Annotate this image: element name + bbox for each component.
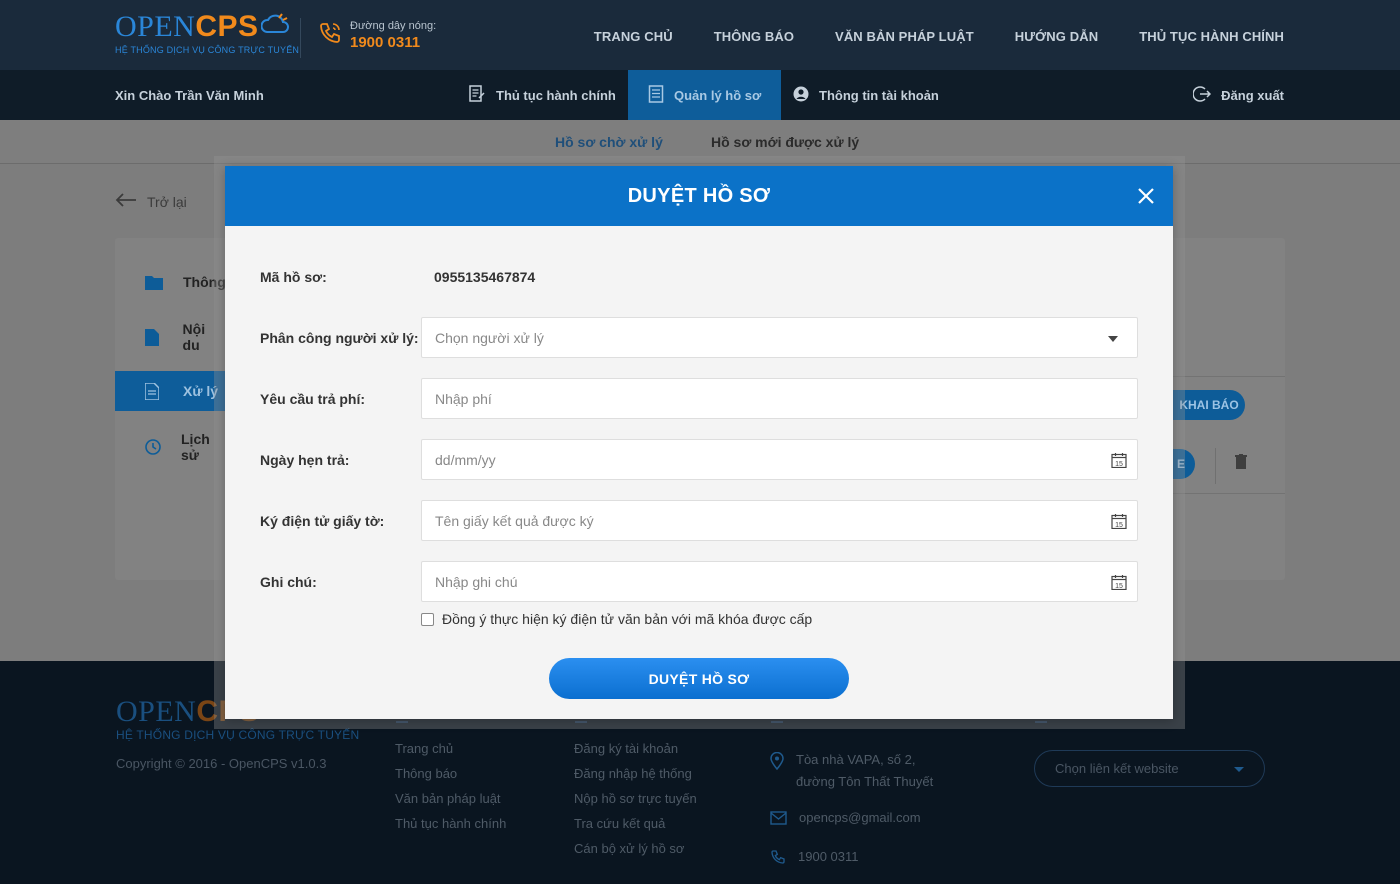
address-line2: đường Tôn Thất Thuyết: [796, 774, 934, 789]
arrow-left-icon: [115, 192, 137, 211]
logout-label: Đăng xuất: [1221, 87, 1284, 103]
tab-account-info-label: Thông tin tài khoản: [819, 87, 939, 103]
footer-link[interactable]: Đăng nhập hệ thống: [574, 766, 697, 781]
user-bar: Xin Chào Trần Văn Minh Thủ tục hành chín…: [0, 70, 1400, 120]
footer-link[interactable]: Văn bản pháp luật: [395, 791, 506, 806]
logout-icon: [1192, 85, 1212, 106]
chevron-down-icon: [1234, 767, 1244, 772]
panel-divider: [1173, 376, 1285, 377]
record-id-label: Mã hồ sơ:: [260, 269, 327, 285]
document-list-icon: [468, 84, 486, 106]
logo-cps-text: CPS: [195, 10, 259, 43]
footer-logo-open-text: OPEN: [116, 695, 197, 728]
mail-icon: [770, 810, 787, 832]
file-edit-icon: [145, 382, 163, 400]
dialog-header: DUYỆT HỒ SƠ: [225, 166, 1173, 226]
tab-account-info[interactable]: Thông tin tài khoản: [793, 70, 939, 120]
main-nav: TRANG CHỦ THÔNG BÁO VĂN BẢN PHÁP LUẬT HƯ…: [594, 29, 1284, 44]
note-label: Ghi chú:: [260, 574, 317, 590]
footer-link[interactable]: Thông báo: [395, 766, 506, 781]
action-divider: [1215, 448, 1216, 484]
header-divider: [300, 18, 301, 58]
subtab-pending[interactable]: Hồ sơ chờ xử lý: [555, 134, 663, 150]
hotline-number: 1900 0311: [350, 34, 421, 51]
folder-icon: [145, 273, 163, 291]
logo-open-text: OPEN: [115, 10, 196, 43]
footer-phone: 1900 0311: [798, 849, 859, 864]
trash-icon[interactable]: [1235, 454, 1247, 474]
tab-manage-records-label: Quản lý hồ sơ: [674, 87, 762, 103]
phone-icon: [318, 21, 342, 50]
footer-link[interactable]: Cán bộ xử lý hồ sơ: [574, 841, 697, 856]
tab-manage-records[interactable]: Quản lý hồ sơ: [628, 70, 782, 120]
agree-checkbox[interactable]: [421, 612, 434, 626]
sidebar-item-history[interactable]: Lịch sử: [115, 427, 225, 467]
phone-row: 1900 0311: [770, 846, 933, 872]
copyright: Copyright © 2016 - OpenCPS v1.0.3: [116, 756, 327, 771]
fee-label: Yêu cầu trả phí:: [260, 391, 366, 407]
assign-label: Phân công người xử lý:: [260, 330, 419, 346]
email-row: opencps@gmail.com: [770, 807, 933, 832]
fee-input[interactable]: [421, 378, 1138, 419]
footer-links-col2: Đăng ký tài khoản Đăng nhập hệ thống Nộp…: [574, 741, 697, 866]
footer-contact: Tòa nhà VAPA, số 2, đường Tôn Thất Thuyế…: [770, 749, 933, 884]
website-link-select[interactable]: Chọn liên kết website: [1034, 750, 1265, 787]
tab-procedures-label: Thủ tục hành chính: [496, 87, 616, 103]
nav-guide[interactable]: HƯỚNG DẪN: [1015, 29, 1098, 44]
note-input[interactable]: [421, 561, 1138, 602]
back-link[interactable]: Trở lại: [115, 192, 187, 211]
sidebar-item-info[interactable]: Thông: [115, 262, 226, 302]
approve-record-button[interactable]: DUYỆT HỒ SƠ: [549, 658, 849, 699]
top-header: OPENCPS HỆ THỐNG DỊCH VỤ CÔNG TRỰC TUYẾN…: [0, 0, 1400, 70]
chevron-down-icon[interactable]: [1108, 336, 1118, 342]
map-pin-icon: [770, 751, 784, 777]
footer-email[interactable]: opencps@gmail.com: [799, 807, 921, 829]
sidebar-item-content[interactable]: Nội du: [115, 317, 225, 357]
close-icon[interactable]: [1136, 186, 1156, 206]
footer-links-col1: Trang chủ Thông báo Văn bản pháp luật Th…: [395, 741, 506, 841]
footer-link[interactable]: Nộp hồ sơ trực tuyến: [574, 791, 697, 806]
document-icon: [648, 84, 664, 106]
site-logo[interactable]: OPENCPS HỆ THỐNG DỊCH VỤ CÔNG TRỰC TUYẾN: [115, 10, 300, 56]
user-circle-icon: [793, 86, 809, 105]
footer-link[interactable]: Tra cứu kết quả: [574, 816, 697, 831]
nav-admin-procedures[interactable]: THỦ TỤC HÀNH CHÍNH: [1139, 29, 1284, 44]
clock-icon: [145, 438, 161, 456]
footer-link[interactable]: Đăng ký tài khoản: [574, 741, 697, 756]
hotline-label: Đường dây nóng:: [350, 20, 437, 32]
website-link-select-label: Chọn liên kết website: [1055, 761, 1179, 776]
due-date-label: Ngày hẹn trả:: [260, 452, 350, 468]
footer-link[interactable]: Trang chủ: [395, 741, 506, 756]
tab-procedures[interactable]: Thủ tục hành chính: [468, 70, 616, 120]
e-sign-input[interactable]: [421, 500, 1138, 541]
e-sign-label: Ký điện tử giấy tờ:: [260, 513, 385, 529]
phone-icon: [770, 849, 786, 872]
footer-link[interactable]: Thủ tục hành chính: [395, 816, 506, 831]
file-icon: [145, 328, 163, 346]
agree-e-sign-label: Đồng ý thực hiện ký điện tử văn bản với …: [442, 611, 813, 627]
address-row: Tòa nhà VAPA, số 2, đường Tôn Thất Thuyế…: [770, 749, 933, 793]
panel-divider: [1173, 493, 1285, 494]
back-label: Trở lại: [147, 193, 187, 210]
address-line1: Tòa nhà VAPA, số 2,: [796, 752, 916, 767]
cloud-icon: [260, 12, 289, 44]
nav-legal-docs[interactable]: VĂN BẢN PHÁP LUẬT: [835, 29, 974, 44]
agree-e-sign-row[interactable]: Đồng ý thực hiện ký điện tử văn bản với …: [421, 611, 812, 627]
footer-logo-subtitle: HỆ THỐNG DỊCH VỤ CÔNG TRỰC TUYẾN: [116, 728, 360, 742]
dialog-title: DUYỆT HỒ SƠ: [627, 184, 771, 207]
greeting: Xin Chào Trần Văn Minh: [115, 88, 264, 103]
logo-subtitle: HỆ THỐNG DỊCH VỤ CÔNG TRỰC TUYẾN: [115, 45, 300, 55]
hotline: Đường dây nóng: 1900 0311: [318, 20, 436, 51]
due-date-input[interactable]: [421, 439, 1138, 480]
record-id-value: 0955135467874: [434, 269, 536, 285]
approve-record-dialog: DUYỆT HỒ SƠ Mã hồ sơ: 0955135467874 Phân…: [225, 166, 1173, 719]
logout-button[interactable]: Đăng xuất: [1192, 70, 1284, 120]
assign-processor-select[interactable]: [421, 317, 1138, 358]
subtab-processed[interactable]: Hồ sơ mới được xử lý: [711, 134, 859, 150]
sidebar-item-process[interactable]: Xử lý: [115, 371, 225, 411]
sidebar-item-process-label: Xử lý: [183, 383, 219, 399]
nav-announcements[interactable]: THÔNG BÁO: [714, 29, 794, 44]
nav-home[interactable]: TRANG CHỦ: [594, 29, 673, 44]
